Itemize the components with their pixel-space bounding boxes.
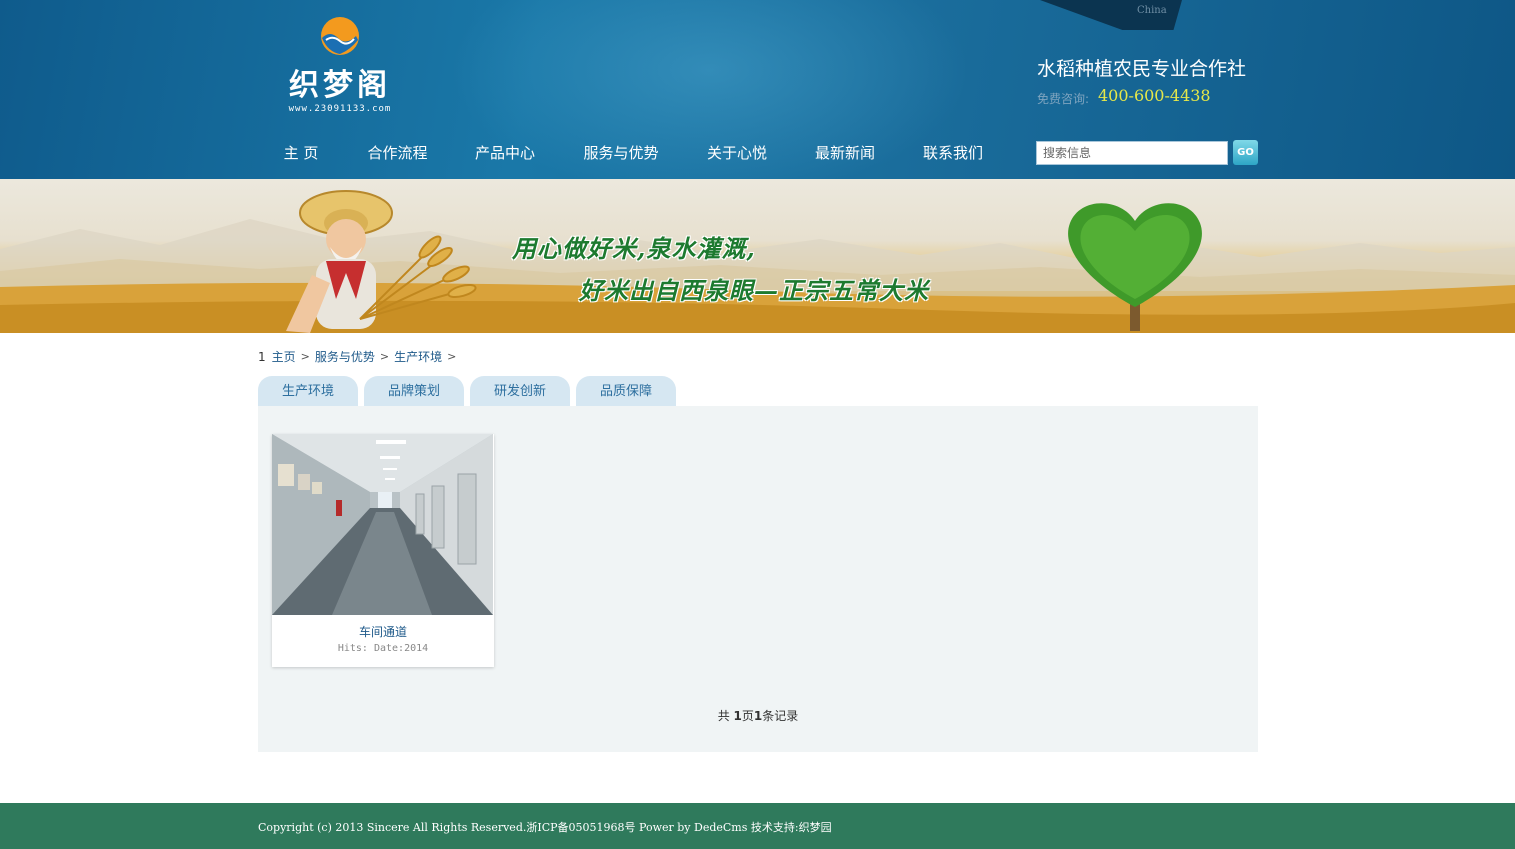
- product-card[interactable]: 车间通道 Hits: Date:2014: [272, 434, 494, 667]
- logo-url: www.23091133.com: [288, 104, 392, 114]
- nav-item-services[interactable]: 服务与优势: [559, 140, 683, 166]
- banner-scenery: [0, 190, 1515, 333]
- product-meta: Hits: Date:2014: [337, 643, 429, 654]
- banner-slogan-line1: 用心做好米,泉水灌溉,: [512, 234, 756, 263]
- footer-copyright: Copyright (c) 2013 Sincere All Rights Re…: [258, 821, 832, 834]
- nav-item-process[interactable]: 合作流程: [344, 140, 451, 166]
- breadcrumb-services[interactable]: 服务与优势: [315, 348, 375, 365]
- site-logo[interactable]: 织梦阁 www.23091133.com: [265, 14, 415, 120]
- breadcrumb-prefix: 1: [258, 349, 266, 364]
- nav-item-contact[interactable]: 联系我们: [899, 140, 1007, 166]
- breadcrumb-home[interactable]: 主页: [272, 348, 296, 365]
- site-footer: Copyright (c) 2013 Sincere All Rights Re…: [0, 803, 1515, 849]
- breadcrumb: 1 主页 > 服务与优势 > 生产环境 >: [258, 348, 461, 365]
- pager-suffix: 条记录: [762, 709, 799, 723]
- chevron-right-icon: >: [379, 350, 390, 363]
- language-label[interactable]: China: [1137, 5, 1167, 16]
- tab-rnd-innovation[interactable]: 研发创新: [470, 376, 570, 406]
- nav-item-home[interactable]: 主 页: [258, 140, 344, 166]
- hero-banner: 用心做好米,泉水灌溉, 好米出自西泉眼—正宗五常大米: [0, 179, 1515, 333]
- pager-records: 1: [753, 709, 763, 723]
- logo-icon: [321, 17, 359, 55]
- product-image[interactable]: [272, 434, 493, 615]
- pager-pages: 1: [733, 709, 742, 723]
- breadcrumb-production[interactable]: 生产环境: [394, 348, 442, 365]
- pager-prefix: 共: [717, 709, 734, 723]
- tab-brand-planning[interactable]: 品牌策划: [364, 376, 464, 406]
- tab-production-environment[interactable]: 生产环境: [258, 376, 358, 406]
- category-tabs: 生产环境 品牌策划 研发创新 品质保障: [258, 376, 682, 406]
- nav-item-products[interactable]: 产品中心: [451, 140, 559, 166]
- nav-item-news[interactable]: 最新新闻: [791, 140, 899, 166]
- corridor-photo: [272, 434, 493, 615]
- pager-mid: 页: [741, 709, 754, 723]
- chevron-right-icon: >: [447, 350, 457, 363]
- main-nav: 主 页 合作流程 产品中心 服务与优势 关于心悦 最新新闻 联系我们: [258, 140, 1007, 166]
- chevron-right-icon: >: [300, 350, 310, 363]
- logo-text: 织梦阁: [289, 68, 391, 103]
- hotline-number: 400-600-4438: [1098, 86, 1211, 105]
- coop-name: 水稻种植农民专业合作社: [1037, 58, 1247, 80]
- pagination-info: 共 1页1条记录: [258, 707, 1258, 724]
- banner-slogan-line2: 好米出自西泉眼—正宗五常大米: [579, 276, 929, 305]
- site-header: China 织梦阁 www.23091133.com 水稻种植农民专业合作社 免…: [0, 0, 1515, 179]
- hotline-label: 免费咨询:: [1037, 92, 1090, 106]
- nav-item-about[interactable]: 关于心悦: [683, 140, 791, 166]
- product-title[interactable]: 车间通道: [272, 623, 494, 640]
- search-go-button[interactable]: GO: [1233, 140, 1258, 165]
- search-input[interactable]: 搜索信息: [1036, 141, 1228, 165]
- tab-quality-assurance[interactable]: 品质保障: [576, 376, 676, 406]
